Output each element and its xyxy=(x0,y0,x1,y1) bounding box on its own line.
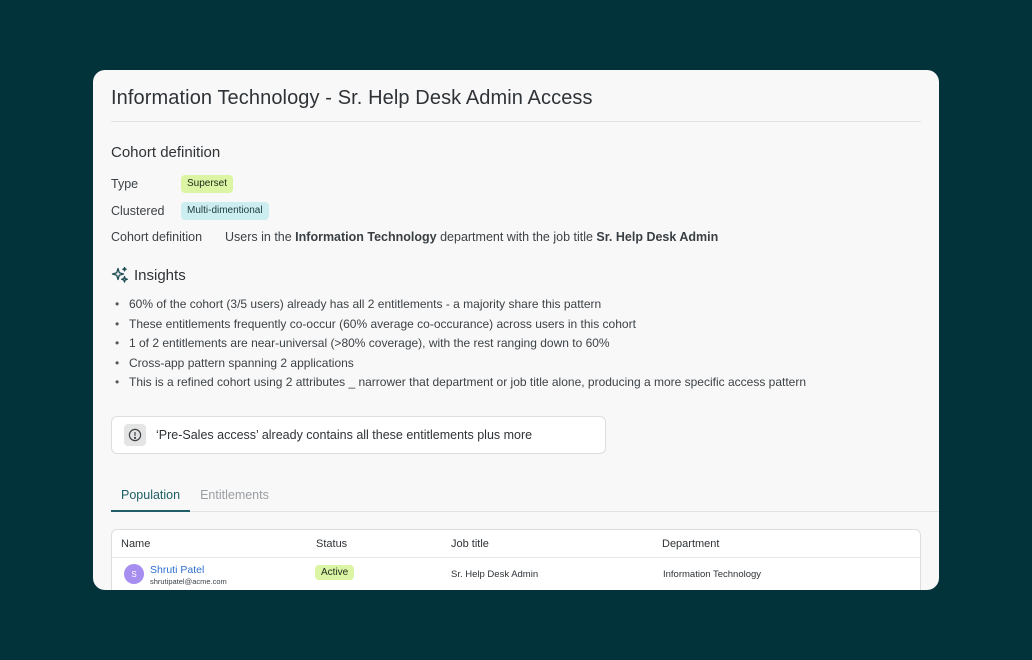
column-header-name[interactable]: Name xyxy=(121,538,150,550)
type-badge: Superset xyxy=(181,175,234,193)
definition-middle: department with the job title xyxy=(436,230,597,244)
department-cell: Information Technology xyxy=(663,569,762,580)
insight-item: • This is a refined cohort using 2 attrib… xyxy=(115,375,807,389)
table-header: Name Status Job title Department xyxy=(112,530,920,558)
column-header-status[interactable]: Status xyxy=(316,538,347,550)
definition-department: Information Technology xyxy=(295,230,437,244)
definition-text: Users in the Information Technology depa… xyxy=(225,230,718,244)
table-row[interactable]: S Shruti Patel shrutipatel@acme.com Acti… xyxy=(112,558,920,590)
tab-bar: Population Entitlements xyxy=(111,480,939,512)
job-title-cell: Sr. Help Desk Admin xyxy=(451,569,539,580)
definition-row: Cohort definition Users in the Informati… xyxy=(111,230,718,244)
user-email: shrutipatel@acme.com xyxy=(150,577,227,586)
column-header-job-title[interactable]: Job title xyxy=(451,538,489,550)
column-header-department[interactable]: Department xyxy=(662,538,719,550)
type-row: Type Superset xyxy=(111,175,234,193)
clustered-label: Clustered xyxy=(111,204,165,218)
insight-item: • 1 of 2 entitlements are near-universal … xyxy=(115,336,610,350)
overlap-notice: ‘Pre-Sales access’ already contains all … xyxy=(111,416,606,454)
info-circle-icon xyxy=(124,424,146,446)
insight-item: • These entitlements frequently co-occur … xyxy=(115,316,636,331)
cohort-definition-heading: Cohort definition xyxy=(111,144,221,161)
insight-item: • Cross-app pattern spanning 2 applicatio… xyxy=(115,355,354,370)
population-table: Name Status Job title Department S Shrut… xyxy=(111,529,921,590)
definition-job-title: Sr. Help Desk Admin xyxy=(596,230,719,244)
user-name-link[interactable]: Shruti Patel xyxy=(150,564,204,576)
tab-entitlements[interactable]: Entitlements xyxy=(190,480,279,512)
definition-label: Cohort definition xyxy=(111,230,203,244)
sparkle-icon xyxy=(111,266,129,284)
cohort-detail-card: Information Technology - Sr. Help Desk A… xyxy=(93,70,939,590)
page-title: Information Technology - Sr. Help Desk A… xyxy=(111,87,593,109)
type-label: Type xyxy=(111,177,139,191)
insights-list: • 60% of the cohort (3/5 users) already h… xyxy=(115,296,806,394)
tab-population[interactable]: Population xyxy=(111,480,191,512)
clustered-row: Clustered Multi-dimentional xyxy=(111,202,269,220)
definition-prefix: Users in the xyxy=(225,230,296,244)
insight-item: • 60% of the cohort (3/5 users) already h… xyxy=(115,297,602,311)
avatar: S xyxy=(124,564,144,584)
clustered-badge: Multi-dimentional xyxy=(181,202,269,220)
insights-heading: Insights xyxy=(111,266,186,284)
insights-title: Insights xyxy=(134,266,186,284)
status-badge: Active xyxy=(315,565,355,580)
title-divider xyxy=(111,121,921,122)
notice-text: ‘Pre-Sales access’ already contains all … xyxy=(156,428,533,442)
